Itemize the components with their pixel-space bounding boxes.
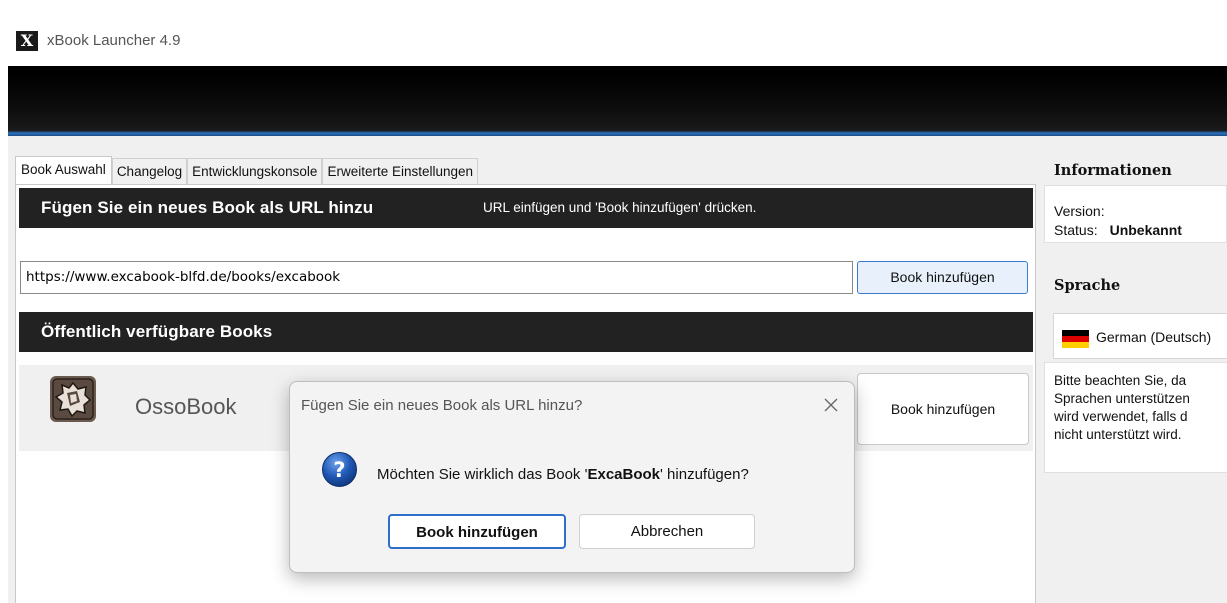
language-heading: Sprache [1054, 277, 1121, 294]
tab-erweiterte-einstellungen[interactable]: Erweiterte Einstellungen [322, 158, 479, 185]
status-label: Status: [1054, 222, 1098, 238]
info-heading: Informationen [1054, 162, 1172, 179]
status-value: Unbekannt [1109, 222, 1182, 238]
version-label: Version: [1054, 203, 1105, 219]
add-url-section-header: Fügen Sie ein neues Book als URL hinzu U… [19, 188, 1033, 228]
window-title: xBook Launcher 4.9 [47, 32, 181, 49]
header-banner [8, 66, 1227, 136]
public-books-heading: Öffentlich verfügbare Books [41, 322, 273, 341]
add-url-hint: URL einfügen und 'Book hinzufügen' drück… [483, 200, 757, 215]
confirm-add-book-button[interactable]: Book hinzufügen [388, 514, 566, 549]
info-box: Version: Status: Unbekannt [1044, 185, 1227, 243]
selected-language: German (Deutsch) [1096, 329, 1212, 345]
german-flag-icon [1062, 330, 1089, 348]
cancel-button[interactable]: Abbrechen [579, 514, 755, 549]
confirm-dialog: Fügen Sie ein neues Book als URL hinzu? … [289, 381, 855, 573]
language-note-line: Sprachen unterstützen [1054, 391, 1190, 406]
add-ossobook-button[interactable]: Book hinzufügen [857, 373, 1029, 445]
language-note: Bitte beachten Sie, da Sprachen unterstü… [1044, 362, 1227, 473]
close-icon[interactable] [819, 393, 843, 417]
question-icon: ? [321, 451, 358, 488]
tab-entwicklungskonsole[interactable]: Entwicklungskonsole [187, 158, 323, 185]
status-line: Status: Unbekannt [1054, 222, 1182, 238]
language-note-line: wird verwendet, falls d [1054, 409, 1188, 424]
add-book-url-button[interactable]: Book hinzufügen [857, 261, 1028, 294]
tab-book-auswahl[interactable]: Book Auswahl [15, 156, 112, 185]
dialog-title: Fügen Sie ein neues Book als URL hinzu? [301, 397, 583, 414]
title-bar: X xBook Launcher 4.9 [0, 0, 1227, 66]
tab-bar: Book Auswahl Changelog Entwicklungskonso… [15, 156, 479, 185]
dialog-book-name: ExcaBook [587, 466, 661, 483]
ossobook-logo-icon [50, 376, 96, 422]
add-url-heading: Fügen Sie ein neues Book als URL hinzu [41, 198, 374, 217]
language-note-line: nicht unterstützt wird. [1054, 427, 1182, 442]
dialog-message: Möchten Sie wirklich das Book 'ExcaBook'… [377, 466, 749, 483]
svg-text:?: ? [333, 458, 345, 482]
language-note-line: Bitte beachten Sie, da [1054, 373, 1187, 388]
tab-changelog[interactable]: Changelog [111, 158, 188, 185]
url-input[interactable]: https://www.excabook-blfd.de/books/excab… [20, 261, 853, 294]
public-books-section-header: Öffentlich verfügbare Books [19, 312, 1033, 352]
language-select[interactable]: German (Deutsch) [1053, 313, 1227, 359]
app-icon: X [16, 31, 38, 51]
book-name: OssoBook [135, 394, 237, 419]
